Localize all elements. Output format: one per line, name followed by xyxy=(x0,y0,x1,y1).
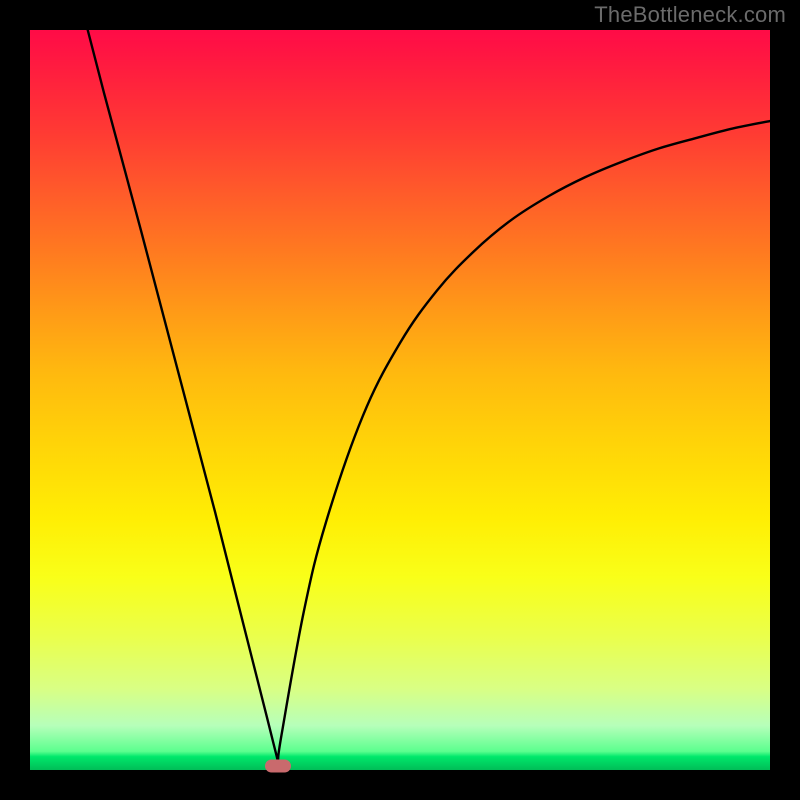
plot-area xyxy=(30,30,770,770)
optimal-marker xyxy=(265,760,291,773)
bottleneck-curve xyxy=(30,30,770,770)
chart-container: TheBottleneck.com xyxy=(0,0,800,800)
watermark-label: TheBottleneck.com xyxy=(594,2,786,28)
